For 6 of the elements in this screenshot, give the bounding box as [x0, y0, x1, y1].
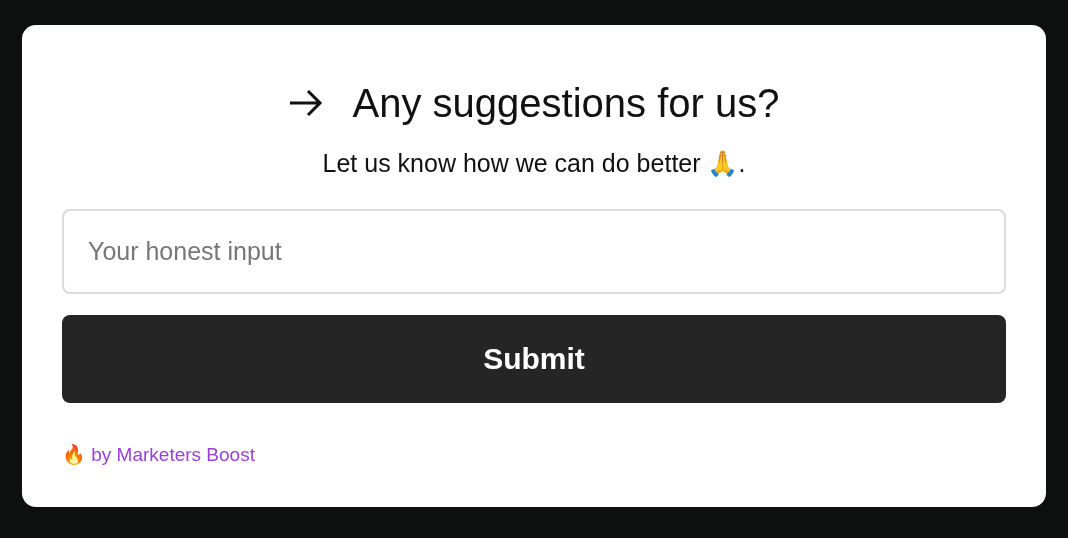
- form-subtitle: Let us know how we can do better 🙏.: [321, 149, 747, 179]
- input-field[interactable]: Your honest input: [62, 209, 1006, 294]
- form-title: Any suggestions for us?: [352, 80, 780, 126]
- submit-button[interactable]: Submit: [62, 315, 1006, 403]
- arrow-icon: [288, 89, 323, 117]
- footer-link[interactable]: 🔥 by Marketers Boost: [62, 443, 255, 466]
